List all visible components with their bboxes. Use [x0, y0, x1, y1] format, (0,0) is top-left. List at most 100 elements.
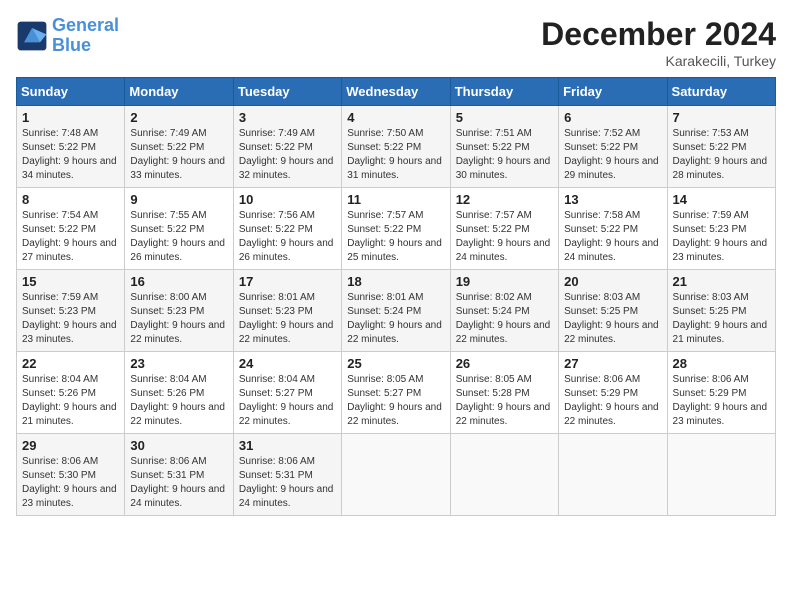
- day-info: Sunrise: 8:05 AMSunset: 5:27 PMDaylight:…: [347, 373, 444, 429]
- day-info: Sunrise: 8:04 AMSunset: 5:26 PMDaylight:…: [22, 373, 119, 429]
- day-number: 22: [22, 356, 119, 371]
- weekday-header-row: SundayMondayTuesdayWednesdayThursdayFrid…: [17, 78, 776, 106]
- day-number: 7: [673, 110, 770, 125]
- calendar-cell: 16Sunrise: 8:00 AMSunset: 5:23 PMDayligh…: [125, 270, 233, 352]
- day-number: 10: [239, 192, 336, 207]
- month-title: December 2024: [541, 16, 776, 53]
- calendar-table: SundayMondayTuesdayWednesdayThursdayFrid…: [16, 77, 776, 516]
- day-number: 24: [239, 356, 336, 371]
- day-info: Sunrise: 8:04 AMSunset: 5:27 PMDaylight:…: [239, 373, 336, 429]
- day-info: Sunrise: 8:06 AMSunset: 5:29 PMDaylight:…: [673, 373, 770, 429]
- day-number: 2: [130, 110, 227, 125]
- weekday-header-cell: Thursday: [450, 78, 558, 106]
- day-info: Sunrise: 8:02 AMSunset: 5:24 PMDaylight:…: [456, 291, 553, 347]
- day-info: Sunrise: 8:04 AMSunset: 5:26 PMDaylight:…: [130, 373, 227, 429]
- calendar-cell: 20 Sunrise: 8:03 AMSunset: 5:25 PMDayligh…: [559, 270, 667, 352]
- day-number: 23: [130, 356, 227, 371]
- day-number: 29: [22, 438, 119, 453]
- calendar-week-row: 29 Sunrise: 8:06 AMSunset: 5:30 PMDayligh…: [17, 434, 776, 516]
- calendar-cell: 3 Sunrise: 7:49 AMSunset: 5:22 PMDaylight…: [233, 106, 341, 188]
- calendar-cell: [450, 434, 558, 516]
- calendar-cell: 19 Sunrise: 8:02 AMSunset: 5:24 PMDayligh…: [450, 270, 558, 352]
- day-number: 11: [347, 192, 444, 207]
- day-info: Sunrise: 7:51 AMSunset: 5:22 PMDaylight:…: [456, 127, 553, 183]
- calendar-cell: [559, 434, 667, 516]
- calendar-cell: 23 Sunrise: 8:04 AMSunset: 5:26 PMDayligh…: [125, 352, 233, 434]
- day-number: 30: [130, 438, 227, 453]
- day-info: Sunrise: 7:55 AMSunset: 5:22 PMDaylight:…: [130, 209, 227, 265]
- day-info: Sunrise: 7:56 AMSunset: 5:22 PMDaylight:…: [239, 209, 336, 265]
- calendar-cell: 9 Sunrise: 7:55 AMSunset: 5:22 PMDaylight…: [125, 188, 233, 270]
- day-info: Sunrise: 7:58 AMSunset: 5:22 PMDaylight:…: [564, 209, 661, 265]
- calendar-cell: 14 Sunrise: 7:59 AMSunset: 5:23 PMDayligh…: [667, 188, 775, 270]
- calendar-cell: 30 Sunrise: 8:06 AMSunset: 5:31 PMDayligh…: [125, 434, 233, 516]
- calendar-cell: 8 Sunrise: 7:54 AMSunset: 5:22 PMDaylight…: [17, 188, 125, 270]
- calendar-body: 1 Sunrise: 7:48 AMSunset: 5:22 PMDaylight…: [17, 106, 776, 516]
- day-number: 18: [347, 274, 444, 289]
- day-info: Sunrise: 8:06 AMSunset: 5:29 PMDaylight:…: [564, 373, 661, 429]
- day-number: 21: [673, 274, 770, 289]
- day-number: 13: [564, 192, 661, 207]
- calendar-cell: 2 Sunrise: 7:49 AMSunset: 5:22 PMDaylight…: [125, 106, 233, 188]
- calendar-cell: [342, 434, 450, 516]
- calendar-cell: [667, 434, 775, 516]
- calendar-cell: 11 Sunrise: 7:57 AMSunset: 5:22 PMDayligh…: [342, 188, 450, 270]
- weekday-header-cell: Sunday: [17, 78, 125, 106]
- weekday-header-cell: Saturday: [667, 78, 775, 106]
- day-number: 6: [564, 110, 661, 125]
- day-info: Sunrise: 8:06 AMSunset: 5:31 PMDaylight:…: [239, 455, 336, 511]
- weekday-header-cell: Tuesday: [233, 78, 341, 106]
- day-number: 14: [673, 192, 770, 207]
- day-info: Sunrise: 7:57 AMSunset: 5:22 PMDaylight:…: [347, 209, 444, 265]
- calendar-header: SundayMondayTuesdayWednesdayThursdayFrid…: [17, 78, 776, 106]
- calendar-cell: 1 Sunrise: 7:48 AMSunset: 5:22 PMDaylight…: [17, 106, 125, 188]
- calendar-cell: 25Sunrise: 8:05 AMSunset: 5:27 PMDayligh…: [342, 352, 450, 434]
- calendar-cell: 28 Sunrise: 8:06 AMSunset: 5:29 PMDayligh…: [667, 352, 775, 434]
- day-number: 27: [564, 356, 661, 371]
- day-info: Sunrise: 8:06 AMSunset: 5:30 PMDaylight:…: [22, 455, 119, 511]
- calendar-cell: 18 Sunrise: 8:01 AMSunset: 5:24 PMDayligh…: [342, 270, 450, 352]
- day-number: 15: [22, 274, 119, 289]
- day-number: 8: [22, 192, 119, 207]
- logo-text: General Blue: [52, 16, 119, 56]
- day-info: Sunrise: 8:01 AMSunset: 5:23 PMDaylight:…: [239, 291, 336, 347]
- weekday-header-cell: Monday: [125, 78, 233, 106]
- day-info: Sunrise: 8:03 AMSunset: 5:25 PMDaylight:…: [673, 291, 770, 347]
- day-number: 28: [673, 356, 770, 371]
- day-number: 16: [130, 274, 227, 289]
- calendar-cell: 15Sunrise: 7:59 AMSunset: 5:23 PMDayligh…: [17, 270, 125, 352]
- day-number: 31: [239, 438, 336, 453]
- calendar-cell: 7Sunrise: 7:53 AMSunset: 5:22 PMDaylight…: [667, 106, 775, 188]
- day-info: Sunrise: 8:01 AMSunset: 5:24 PMDaylight:…: [347, 291, 444, 347]
- logo: General Blue: [16, 16, 119, 56]
- day-info: Sunrise: 8:06 AMSunset: 5:31 PMDaylight:…: [130, 455, 227, 511]
- day-number: 19: [456, 274, 553, 289]
- day-info: Sunrise: 7:54 AMSunset: 5:22 PMDaylight:…: [22, 209, 119, 265]
- day-info: Sunrise: 7:48 AMSunset: 5:22 PMDaylight:…: [22, 127, 119, 183]
- calendar-cell: 12Sunrise: 7:57 AMSunset: 5:22 PMDayligh…: [450, 188, 558, 270]
- calendar-week-row: 8 Sunrise: 7:54 AMSunset: 5:22 PMDaylight…: [17, 188, 776, 270]
- day-info: Sunrise: 7:49 AMSunset: 5:22 PMDaylight:…: [130, 127, 227, 183]
- calendar-cell: 6 Sunrise: 7:52 AMSunset: 5:22 PMDaylight…: [559, 106, 667, 188]
- calendar-week-row: 22 Sunrise: 8:04 AMSunset: 5:26 PMDayligh…: [17, 352, 776, 434]
- day-number: 26: [456, 356, 553, 371]
- day-info: Sunrise: 7:52 AMSunset: 5:22 PMDaylight:…: [564, 127, 661, 183]
- calendar-cell: 27 Sunrise: 8:06 AMSunset: 5:29 PMDayligh…: [559, 352, 667, 434]
- logo-icon: [16, 20, 48, 52]
- day-info: Sunrise: 7:50 AMSunset: 5:22 PMDaylight:…: [347, 127, 444, 183]
- weekday-header-cell: Wednesday: [342, 78, 450, 106]
- calendar-cell: 29 Sunrise: 8:06 AMSunset: 5:30 PMDayligh…: [17, 434, 125, 516]
- day-info: Sunrise: 8:03 AMSunset: 5:25 PMDaylight:…: [564, 291, 661, 347]
- day-number: 1: [22, 110, 119, 125]
- day-number: 20: [564, 274, 661, 289]
- calendar-cell: 17Sunrise: 8:01 AMSunset: 5:23 PMDayligh…: [233, 270, 341, 352]
- day-number: 9: [130, 192, 227, 207]
- day-number: 3: [239, 110, 336, 125]
- day-number: 5: [456, 110, 553, 125]
- calendar-cell: 22 Sunrise: 8:04 AMSunset: 5:26 PMDayligh…: [17, 352, 125, 434]
- calendar-week-row: 1 Sunrise: 7:48 AMSunset: 5:22 PMDaylight…: [17, 106, 776, 188]
- calendar-cell: 21 Sunrise: 8:03 AMSunset: 5:25 PMDayligh…: [667, 270, 775, 352]
- day-info: Sunrise: 7:49 AMSunset: 5:22 PMDaylight:…: [239, 127, 336, 183]
- day-info: Sunrise: 7:59 AMSunset: 5:23 PMDaylight:…: [673, 209, 770, 265]
- calendar-cell: 13 Sunrise: 7:58 AMSunset: 5:22 PMDayligh…: [559, 188, 667, 270]
